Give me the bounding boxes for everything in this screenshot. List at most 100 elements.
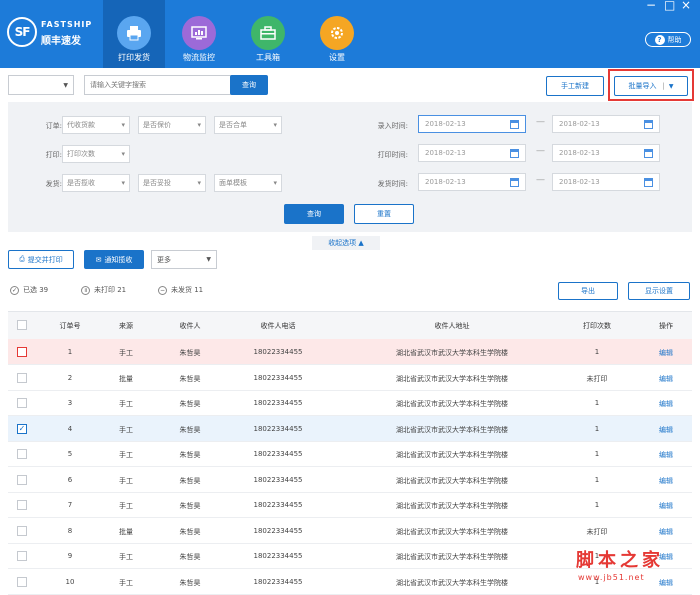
- edit-link[interactable]: 编辑: [648, 501, 684, 511]
- minimize-button[interactable]: −: [646, 0, 656, 12]
- row-checkbox[interactable]: [17, 500, 27, 510]
- nav-toolbox[interactable]: 工具箱: [237, 0, 299, 68]
- filter-reset-button[interactable]: 重置: [354, 204, 414, 224]
- edit-link[interactable]: 编辑: [648, 450, 684, 460]
- table-row[interactable]: ✓ 4 手工 朱哲昊 18022334455 湖北省武汉市武汉大学本科生学院楼 1 编辑: [8, 415, 692, 442]
- edit-link[interactable]: 编辑: [648, 374, 684, 384]
- table-row[interactable]: 7 手工 朱哲昊 18022334455 湖北省武汉市武汉大学本科生学院楼 1 编辑: [8, 492, 692, 518]
- maximize-button[interactable]: □: [664, 0, 675, 12]
- cell-recipient: 朱哲昊: [179, 349, 201, 357]
- ship-time-label: 发货时间:: [377, 180, 408, 188]
- edit-link[interactable]: 编辑: [648, 527, 684, 537]
- edit-link[interactable]: 编辑: [648, 425, 684, 435]
- cell-phone: 18022334455: [253, 501, 303, 509]
- select-all-checkbox[interactable]: [17, 320, 27, 330]
- cell-phone: 18022334455: [253, 526, 303, 535]
- more-select[interactable]: 更多 ▼: [151, 250, 217, 269]
- cod-select[interactable]: 代收货款 ▾: [62, 116, 130, 134]
- row-checkbox[interactable]: [17, 576, 27, 587]
- collapse-options-toggle[interactable]: 收起选项 ▲: [312, 236, 380, 250]
- filter-query-button[interactable]: 查询: [284, 204, 344, 224]
- waybill-template-select[interactable]: 面单模板 ▾: [214, 174, 282, 192]
- question-icon: ?: [654, 34, 665, 45]
- submit-print-button[interactable]: ⎙ 提交并打印: [8, 250, 74, 269]
- export-button[interactable]: 导出: [558, 282, 618, 300]
- cell-print-count: 1: [594, 424, 600, 433]
- cell-phone: 18022334455: [253, 424, 303, 433]
- cell-source: 手工: [119, 425, 133, 434]
- entry-date-from[interactable]: 2018-02-13: [418, 115, 526, 133]
- edit-link[interactable]: 编辑: [648, 399, 684, 409]
- unshipped-count[interactable]: − 未发货 11: [158, 285, 203, 295]
- print-count-select[interactable]: 打印次数 ▾: [62, 145, 130, 163]
- notify-pickup-button[interactable]: ✉ 通知揽收: [84, 250, 144, 269]
- row-checkbox[interactable]: [17, 398, 27, 408]
- display-settings-button[interactable]: 显示设置: [628, 282, 690, 300]
- cell-source: 批量: [119, 374, 133, 383]
- cell-print-count: 1: [594, 450, 600, 458]
- nav-settings[interactable]: 设置: [306, 0, 368, 68]
- brand-name-en: FASTSHIP: [41, 20, 93, 29]
- pause-circle-icon: ॥: [81, 285, 90, 295]
- filter-panel: 订单: 代收货款 ▾ 是否保价 ▾ 是否合单 ▾ 录入时间: 2018-02-13 —…: [8, 102, 692, 232]
- ship-date-from[interactable]: 2018-02-13: [418, 173, 526, 191]
- row-checkbox[interactable]: [17, 347, 27, 357]
- table-row[interactable]: 2 批量 朱哲昊 18022334455 湖北省武汉市武汉大学本科生学院楼 未打印 编辑: [8, 365, 692, 391]
- cell-address: 湖北省武汉市武汉大学本科生学院楼: [396, 451, 508, 459]
- cell-recipient: 朱哲昊: [179, 553, 201, 561]
- close-button[interactable]: ×: [681, 0, 691, 12]
- cell-phone: 18022334455: [253, 399, 303, 407]
- row-checkbox[interactable]: [17, 474, 27, 485]
- calendar-icon: [510, 148, 519, 158]
- mail-icon: ✉: [95, 255, 102, 264]
- insured-select[interactable]: 是否保价 ▾: [138, 116, 206, 134]
- print-date-to[interactable]: 2018-02-13: [552, 144, 660, 162]
- cell-phone: 18022334455: [253, 475, 303, 484]
- cell-recipient: 朱哲昊: [179, 578, 201, 587]
- sf-logo: SF: [7, 17, 37, 47]
- selected-count[interactable]: ✓ 已选 39: [10, 285, 48, 295]
- check-circle-icon: ✓: [10, 285, 19, 295]
- edit-link[interactable]: 编辑: [648, 476, 684, 486]
- nav-logistics-monitor[interactable]: 物流监控: [168, 0, 230, 68]
- table-row[interactable]: 5 手工 朱哲昊 18022334455 湖北省武汉市武汉大学本科生学院楼 1 编辑: [8, 441, 692, 467]
- entry-date-to[interactable]: 2018-02-13: [552, 115, 660, 133]
- cell-phone: 18022334455: [253, 373, 303, 382]
- nav-print-ship[interactable]: 打印发货: [103, 0, 165, 68]
- chevron-down-icon: ▾: [197, 179, 201, 187]
- merged-select[interactable]: 是否合单 ▾: [214, 116, 282, 134]
- row-checkbox[interactable]: ✓: [17, 423, 27, 434]
- calendar-icon: [644, 177, 653, 187]
- col-print-count: 打印次数: [583, 322, 611, 330]
- cell-address: 湖北省武汉市武汉大学本科生学院楼: [396, 349, 508, 357]
- row-checkbox[interactable]: [17, 525, 27, 536]
- manual-new-button[interactable]: 手工新建: [546, 76, 604, 96]
- table-row[interactable]: 1 手工 朱哲昊 18022334455 湖北省武汉市武汉大学本科生学院楼 1 编辑: [8, 339, 692, 365]
- row-checkbox[interactable]: [17, 372, 27, 383]
- table-row[interactable]: 6 手工 朱哲昊 18022334455 湖北省武汉市武汉大学本科生学院楼 1 编辑: [8, 467, 692, 493]
- table-row[interactable]: 3 手工 朱哲昊 18022334455 湖北省武汉市武汉大学本科生学院楼 1 编辑: [8, 390, 692, 416]
- search-input[interactable]: [84, 75, 232, 95]
- edit-link[interactable]: 编辑: [648, 578, 684, 588]
- cell-source: 手工: [119, 578, 133, 587]
- ship-date-to[interactable]: 2018-02-13: [552, 173, 660, 191]
- nav-label: 物流监控: [183, 53, 215, 62]
- unprinted-count[interactable]: ॥ 未打印 21: [81, 285, 126, 295]
- printer-icon: ⎙: [19, 255, 25, 263]
- pickup-select[interactable]: 是否揽收 ▾: [62, 174, 130, 192]
- delivered-select[interactable]: 是否妥投 ▾: [138, 174, 206, 192]
- row-checkbox[interactable]: [17, 551, 27, 561]
- table-row[interactable]: 8 批量 朱哲昊 18022334455 湖北省武汉市武汉大学本科生学院楼 未打印 编辑: [8, 518, 692, 544]
- cell-address: 湖北省武汉市武汉大学本科生学院楼: [396, 502, 508, 510]
- row-checkbox[interactable]: [17, 449, 27, 459]
- cell-order-no: 10: [65, 577, 75, 586]
- edit-link[interactable]: 编辑: [648, 348, 684, 358]
- search-type-select[interactable]: ▼: [8, 75, 74, 95]
- cell-order-no: 5: [67, 450, 73, 458]
- print-date-from[interactable]: 2018-02-13: [418, 144, 526, 162]
- printer-icon: [117, 16, 151, 50]
- cell-print-count: 1: [594, 501, 600, 509]
- help-button[interactable]: ? 帮助: [645, 32, 691, 47]
- search-button[interactable]: 查询: [230, 75, 268, 95]
- cell-order-no: 7: [67, 501, 73, 509]
